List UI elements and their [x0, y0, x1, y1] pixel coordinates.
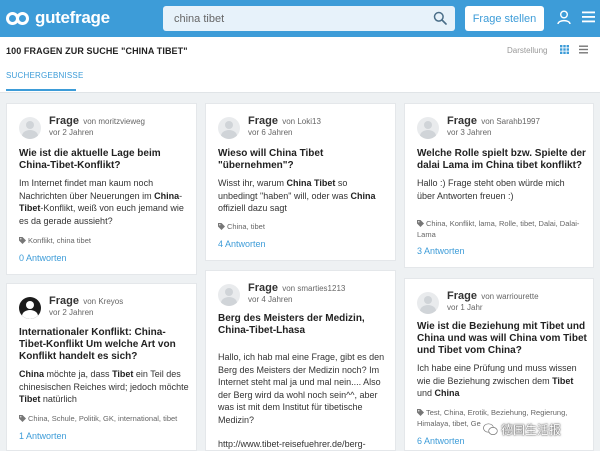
- question-tags: Konflikt, china tibet: [19, 235, 189, 246]
- tag-icon: [19, 415, 26, 422]
- question-title[interactable]: Berg des Meisters der Medizin, China-Tib…: [218, 313, 386, 337]
- question-title[interactable]: Wieso will China Tibet "übernehmen"?: [218, 148, 386, 172]
- card-time: vor 4 Jahren: [248, 295, 293, 304]
- tags-text[interactable]: China, Konflikt, lama, Rolle, tibet, Dal…: [417, 219, 579, 239]
- question-title[interactable]: Internationaler Konflikt: China-Tibet-Ko…: [19, 327, 189, 363]
- question-card[interactable]: Frage von Loki13 vor 6 Jahren Wieso will…: [205, 103, 396, 261]
- avatar: [218, 284, 240, 306]
- tab-search-results[interactable]: SUCHERGEBNISSE: [6, 71, 83, 80]
- question-excerpt: Im Internet findet man kaum noch Nachric…: [19, 178, 184, 226]
- card-kind: Frage: [49, 115, 79, 127]
- user-icon[interactable]: [557, 10, 571, 25]
- question-tags: China, Konflikt, lama, Rolle, tibet, Dal…: [417, 218, 587, 240]
- tag-icon: [218, 223, 225, 230]
- view-label: Darstellung: [507, 46, 548, 55]
- question-excerpt: Hallo, ich hab mal eine Frage, gibt es d…: [218, 352, 385, 425]
- answer-count[interactable]: 6 Antworten: [417, 436, 465, 446]
- question-excerpt: Hallo :) Frage steht oben würde mich übe…: [417, 178, 565, 201]
- card-author[interactable]: von smarties1213: [282, 284, 345, 293]
- question-excerpt: Wisst ihr, warum China Tibet so unbeding…: [218, 178, 376, 213]
- avatar: [417, 292, 439, 314]
- chat-bubbles-icon: [483, 422, 498, 435]
- results-title: 100 FRAGEN ZUR SUCHE "CHINA TIBET": [6, 46, 188, 56]
- search-input[interactable]: [163, 6, 423, 31]
- card-kind: Frage: [447, 290, 477, 302]
- card-kind: Frage: [248, 282, 278, 294]
- card-author[interactable]: von Loki13: [282, 117, 321, 126]
- question-link[interactable]: http://www.tibet-reisefuehrer.de/berg-: [218, 438, 395, 450]
- question-card[interactable]: Frage von moritzvieweg vor 2 Jahren Wie …: [6, 103, 197, 275]
- logo[interactable]: gutefrage: [6, 8, 110, 28]
- card-time: vor 3 Jahren: [447, 128, 492, 137]
- tab-active-indicator: [6, 89, 76, 91]
- avatar: [417, 117, 439, 139]
- card-time: vor 2 Jahren: [49, 308, 94, 317]
- tag-icon: [19, 237, 26, 244]
- logo-text: gutefrage: [35, 8, 110, 27]
- card-time: vor 6 Jahren: [248, 128, 293, 137]
- answer-count[interactable]: 4 Antworten: [218, 239, 266, 249]
- avatar: [19, 297, 41, 319]
- watermark-text: 德国生活报: [501, 422, 562, 437]
- tag-icon: [417, 409, 424, 416]
- logo-icon: [6, 9, 32, 27]
- avatar: [19, 117, 41, 139]
- card-author[interactable]: von warriourette: [481, 292, 538, 301]
- tag-icon: [417, 220, 424, 227]
- tags-text[interactable]: China, tibet: [227, 222, 265, 231]
- card-kind: Frage: [49, 295, 79, 307]
- question-tags: China, Schule, Politik, GK, internationa…: [19, 413, 197, 424]
- question-card[interactable]: Frage von smarties1213 vor 4 Jahren Berg…: [205, 270, 396, 451]
- answer-count[interactable]: 0 Antworten: [19, 253, 67, 263]
- grid-view-icon[interactable]: [560, 45, 569, 54]
- question-tags: China, tibet: [218, 221, 388, 232]
- card-author[interactable]: von moritzvieweg: [83, 117, 145, 126]
- list-view-icon[interactable]: [579, 45, 588, 54]
- question-excerpt: Ich habe eine Prüfung und muss wissen wi…: [417, 363, 577, 398]
- menu-icon[interactable]: [582, 11, 595, 23]
- card-author[interactable]: von Kreyos: [83, 297, 123, 306]
- question-card[interactable]: Frage von Kreyos vor 2 Jahren Internatio…: [6, 283, 197, 451]
- search-icon[interactable]: [433, 11, 447, 25]
- tags-text[interactable]: China, Schule, Politik, GK, internationa…: [28, 414, 177, 423]
- question-title[interactable]: Wie ist die Beziehung mit Tibet und Chin…: [417, 321, 589, 357]
- results-header: 100 FRAGEN ZUR SUCHE "CHINA TIBET" Darst…: [0, 37, 600, 93]
- card-kind: Frage: [248, 115, 278, 127]
- search-box: [163, 6, 455, 31]
- answer-count[interactable]: 1 Antworten: [19, 431, 67, 441]
- card-kind: Frage: [447, 115, 477, 127]
- ask-question-button[interactable]: Frage stellen: [465, 6, 544, 31]
- question-excerpt: China möchte ja, dass Tibet ein Teil des…: [19, 369, 189, 404]
- answer-count[interactable]: 3 Antworten: [417, 246, 465, 256]
- watermark: 德国生活报: [483, 421, 561, 437]
- card-time: vor 2 Jahren: [49, 128, 94, 137]
- avatar: [218, 117, 240, 139]
- card-author[interactable]: von Sarahb1997: [481, 117, 540, 126]
- tags-text[interactable]: Konflikt, china tibet: [28, 236, 91, 245]
- question-title[interactable]: Welche Rolle spielt bzw. Spielte der dal…: [417, 148, 589, 172]
- card-time: vor 1 Jahr: [447, 303, 483, 312]
- question-card[interactable]: Frage von Sarahb1997 vor 3 Jahren Welche…: [404, 103, 594, 268]
- top-bar: gutefrage Frage stellen: [0, 0, 600, 37]
- question-title[interactable]: Wie ist die aktuelle Lage beim China-Tib…: [19, 148, 187, 172]
